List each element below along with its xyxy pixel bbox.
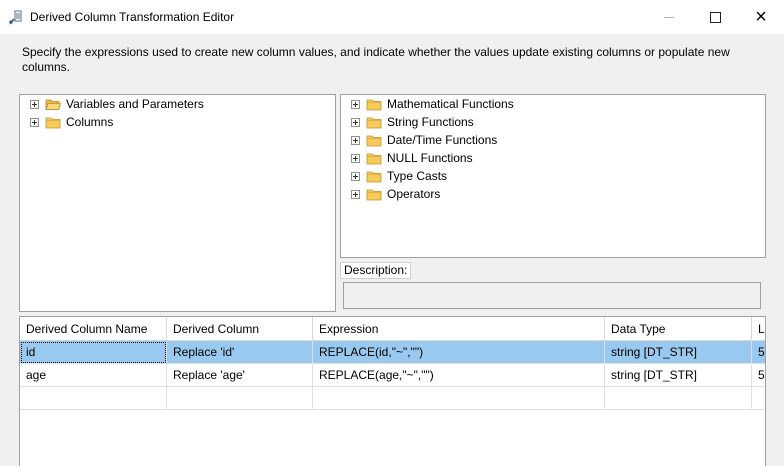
header-length[interactable]: Le <box>752 317 765 341</box>
folder-icon <box>366 171 382 182</box>
header-derived-column[interactable]: Derived Column <box>167 317 313 341</box>
expand-plus-icon[interactable] <box>30 99 39 109</box>
cell-expression[interactable]: REPLACE(age,"~","") <box>313 364 605 387</box>
header-data-type[interactable]: Data Type <box>605 317 752 341</box>
expand-plus-icon[interactable] <box>351 189 360 199</box>
folder-icon <box>366 99 382 110</box>
tree-item-label: Variables and Parameters <box>66 97 204 111</box>
tree-item-label: Type Casts <box>387 169 448 183</box>
cell-length[interactable]: 50 <box>752 341 765 364</box>
tree-item-variables-and-parameters[interactable]: Variables and Parameters <box>30 95 204 113</box>
title-bar: Derived Column Transformation Editor × <box>0 0 784 34</box>
folder-icon <box>366 153 382 164</box>
tree-item-type-casts[interactable]: Type Casts <box>351 167 447 185</box>
maximize-icon <box>709 11 721 23</box>
derived-column-app-icon <box>9 10 22 25</box>
expand-plus-icon[interactable] <box>351 99 360 109</box>
cell-derived-column-name[interactable]: id <box>20 341 167 364</box>
expand-plus-icon[interactable] <box>30 117 39 127</box>
open-folder-icon <box>45 99 61 110</box>
cell-derived-column[interactable]: Replace 'age' <box>167 364 313 387</box>
folder-icon <box>45 117 61 128</box>
folder-icon <box>366 135 382 146</box>
minimize-icon <box>664 16 674 18</box>
instruction-text: Specify the expressions used to create n… <box>22 45 730 74</box>
expand-plus-icon[interactable] <box>351 135 360 145</box>
functions-tree[interactable]: Mathematical Functions String Functions … <box>340 94 766 258</box>
tree-item-operators[interactable]: Operators <box>351 185 440 203</box>
cell-data-type[interactable] <box>605 387 752 410</box>
tree-item-null-functions[interactable]: NULL Functions <box>351 149 473 167</box>
maximize-button[interactable] <box>692 0 738 34</box>
tree-item-columns[interactable]: Columns <box>30 113 113 131</box>
header-derived-column-name[interactable]: Derived Column Name <box>20 317 167 341</box>
tree-item-label: Operators <box>387 187 441 201</box>
tree-item-label: Mathematical Functions <box>387 97 514 111</box>
header-expression[interactable]: Expression <box>313 317 605 341</box>
expand-plus-icon[interactable] <box>351 117 360 127</box>
grid-header-row: Derived Column Name Derived Column Expre… <box>20 317 765 341</box>
variables-columns-tree[interactable]: Variables and Parameters Columns <box>19 94 336 312</box>
cell-length[interactable] <box>752 387 765 410</box>
tree-item-mathematical-functions[interactable]: Mathematical Functions <box>351 95 514 113</box>
table-row-new[interactable] <box>20 387 765 410</box>
cell-derived-column-name[interactable]: age <box>20 364 167 387</box>
tree-item-label: NULL Functions <box>387 151 473 165</box>
close-button[interactable]: × <box>738 0 784 34</box>
cell-expression[interactable]: REPLACE(id,"~","") <box>313 341 605 364</box>
cell-data-type[interactable]: string [DT_STR] <box>605 364 752 387</box>
table-row[interactable]: age Replace 'age' REPLACE(age,"~","") st… <box>20 364 765 387</box>
minimize-button[interactable] <box>646 0 692 34</box>
tree-item-label: Columns <box>66 115 114 129</box>
cell-derived-column[interactable]: Replace 'id' <box>167 341 313 364</box>
close-icon: × <box>755 6 767 28</box>
cell-data-type[interactable]: string [DT_STR] <box>605 341 752 364</box>
tree-item-label: Date/Time Functions <box>387 133 498 147</box>
cell-expression[interactable] <box>313 387 605 410</box>
folder-icon <box>366 117 382 128</box>
table-row[interactable]: id Replace 'id' REPLACE(id,"~","") strin… <box>20 341 765 364</box>
folder-icon <box>366 189 382 200</box>
description-box <box>343 282 761 309</box>
cell-derived-column-name[interactable] <box>20 387 167 410</box>
cell-length[interactable]: 50 <box>752 364 765 387</box>
expand-plus-icon[interactable] <box>351 153 360 163</box>
tree-item-string-functions[interactable]: String Functions <box>351 113 474 131</box>
derived-columns-grid[interactable]: Derived Column Name Derived Column Expre… <box>19 316 766 466</box>
tree-item-date-time-functions[interactable]: Date/Time Functions <box>351 131 497 149</box>
expand-plus-icon[interactable] <box>351 171 360 181</box>
description-label: Description: <box>340 262 412 279</box>
cell-derived-column[interactable] <box>167 387 313 410</box>
window-title: Derived Column Transformation Editor <box>30 10 235 24</box>
tree-item-label: String Functions <box>387 115 474 129</box>
